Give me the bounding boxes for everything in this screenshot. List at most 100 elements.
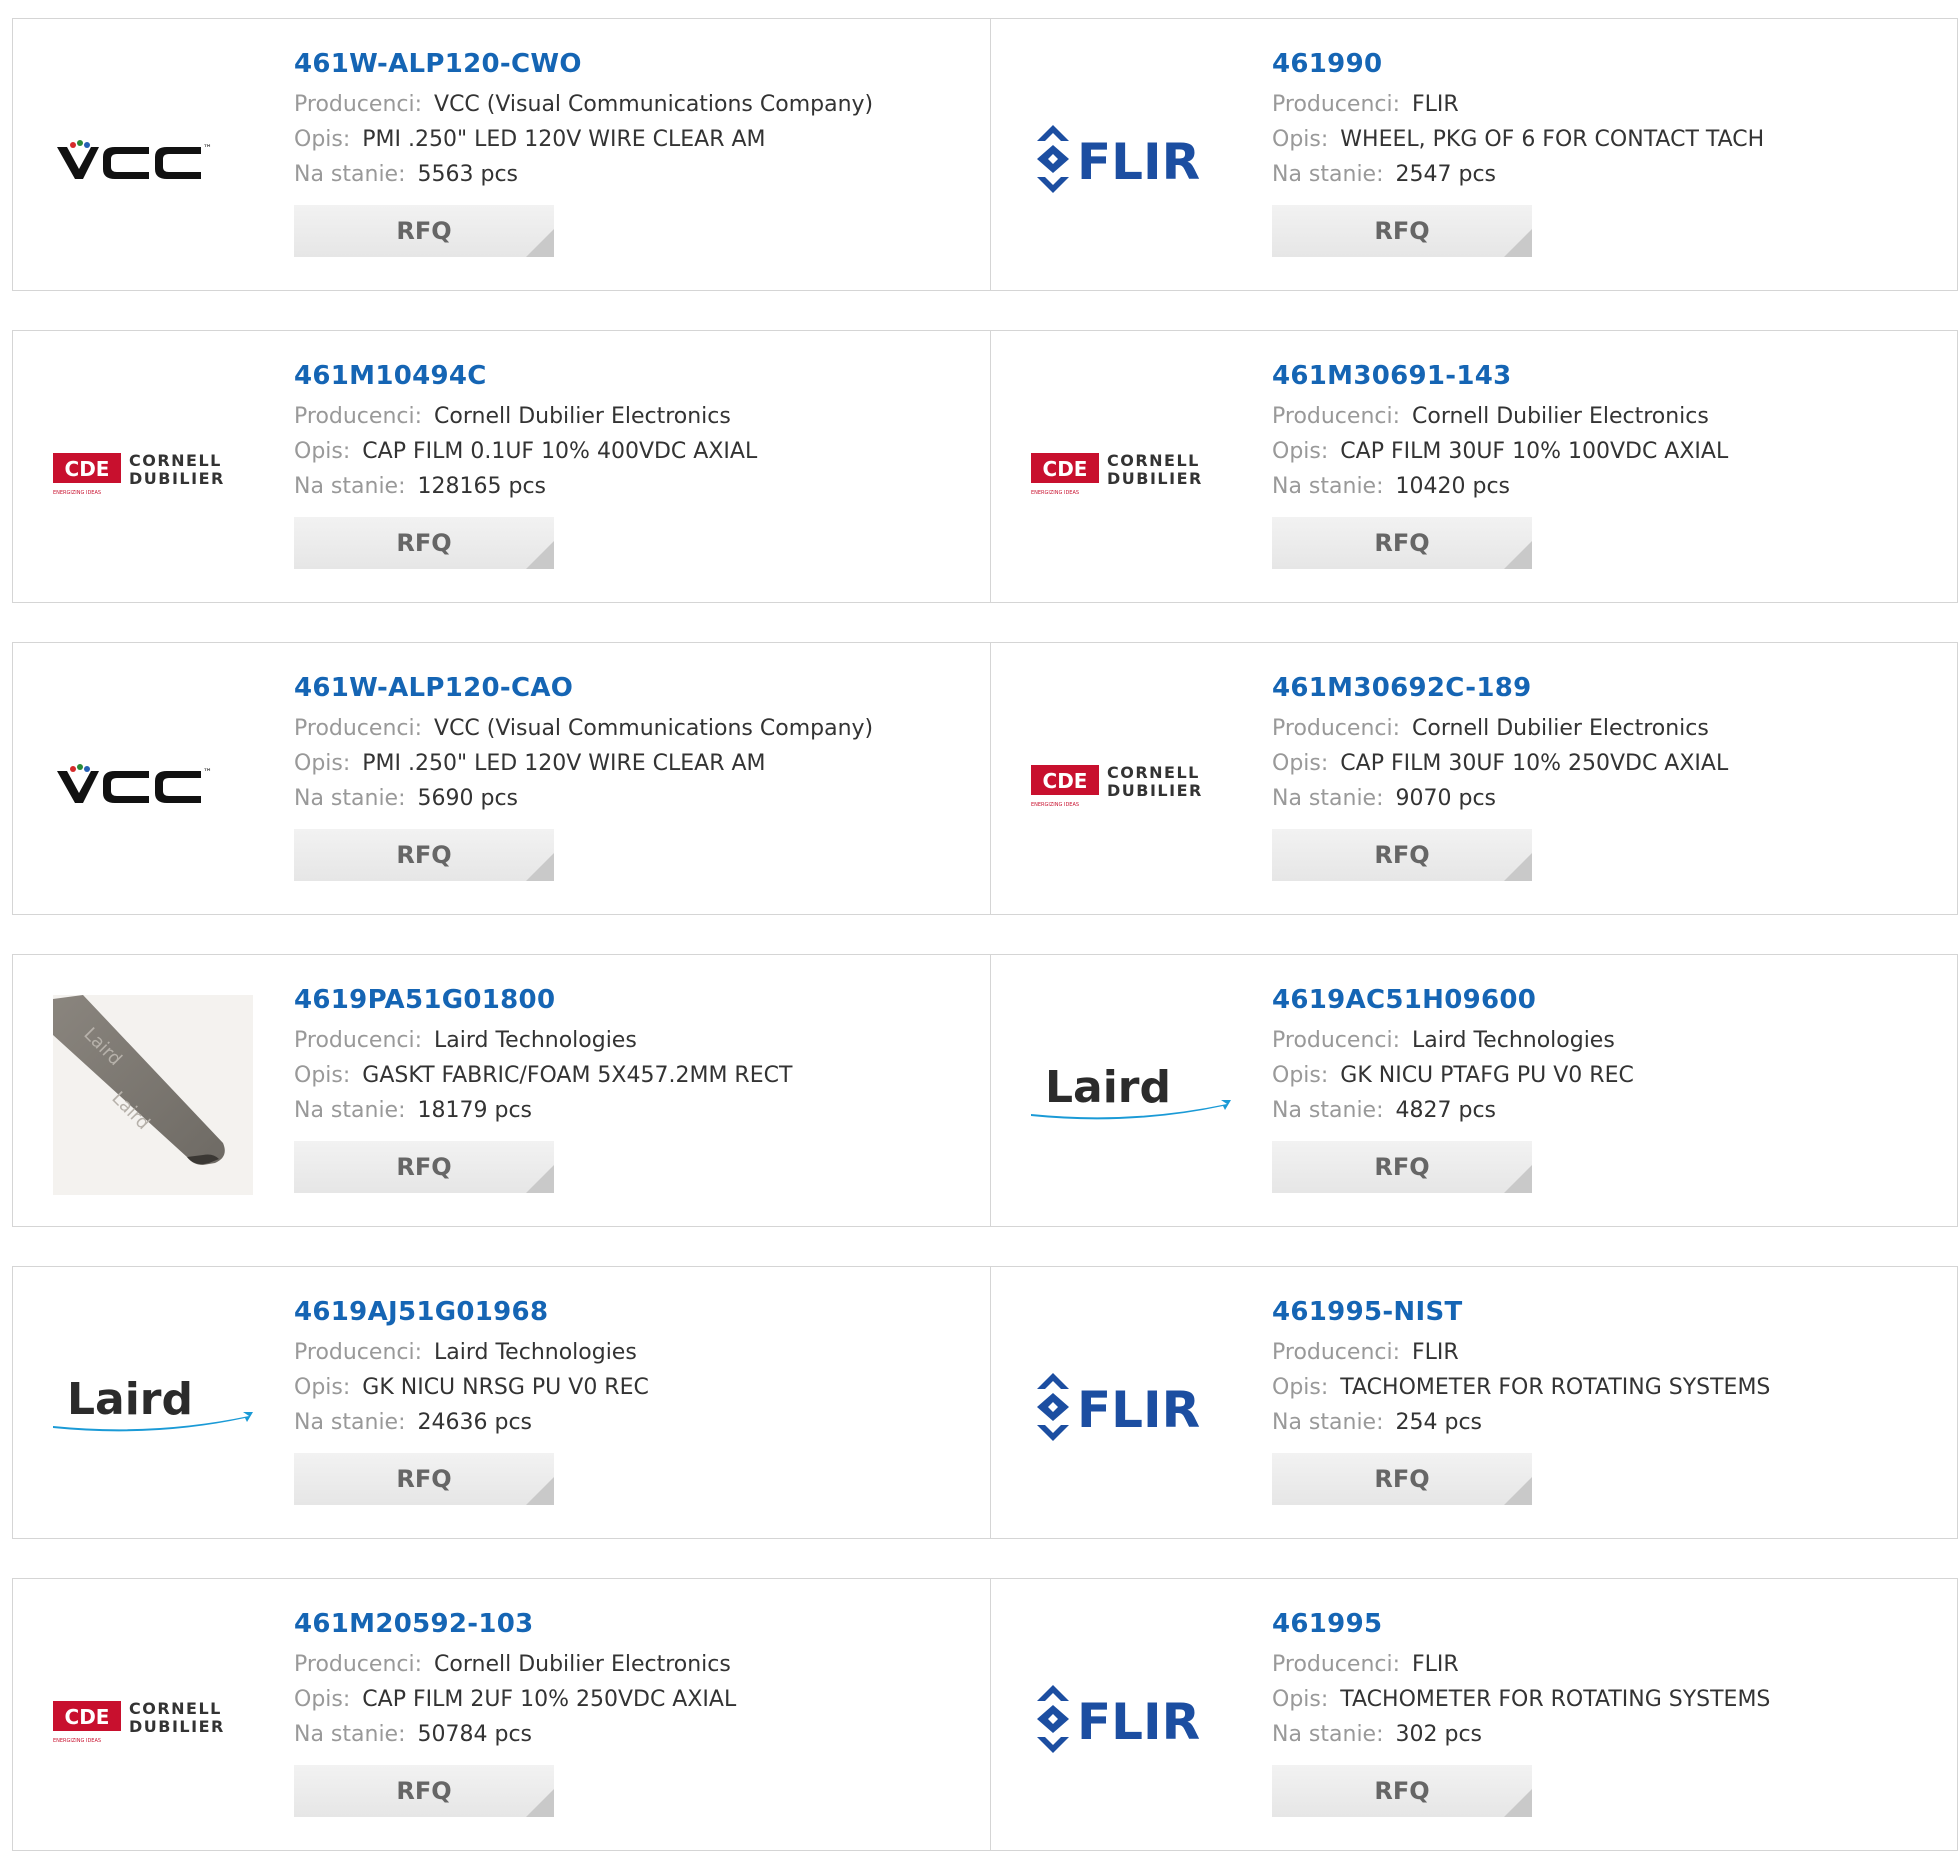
svg-text:CDE: CDE: [65, 457, 110, 481]
part-number-link[interactable]: 461M30691-143: [1272, 361, 1728, 391]
product-info: 461M10494C Producenci: Cornell Dubilier E…: [294, 361, 757, 569]
svg-text:CDE: CDE: [65, 1705, 110, 1729]
manufacturer-logo[interactable]: CDE CORNELL DUBILIER ENERGIZING IDEAS: [53, 371, 253, 571]
manufacturer-logo[interactable]: FLIR: [1031, 59, 1231, 259]
description-line: Opis: PMI .250" LED 120V WIRE CLEAR AM: [294, 127, 873, 152]
rfq-button[interactable]: RFQ: [1272, 1141, 1532, 1193]
description-value: CAP FILM 30UF 10% 250VDC AXIAL: [1340, 751, 1729, 776]
svg-text:FLIR: FLIR: [1077, 1381, 1200, 1439]
manufacturer-value: FLIR: [1412, 1340, 1459, 1365]
manufacturer-logo[interactable]: FLIR: [1031, 1307, 1231, 1507]
part-number-link[interactable]: 461M10494C: [294, 361, 757, 391]
manufacturer-line: Producenci: Laird Technologies: [294, 1340, 649, 1365]
description-label: Opis:: [294, 1063, 351, 1088]
part-number-link[interactable]: 461990: [1272, 49, 1764, 79]
part-number-link[interactable]: 4619PA51G01800: [294, 985, 792, 1015]
rfq-button[interactable]: RFQ: [294, 517, 554, 569]
svg-text:FLIR: FLIR: [1077, 1693, 1200, 1751]
product-card: CDE CORNELL DUBILIER ENERGIZING IDEAS 46…: [991, 331, 1958, 602]
manufacturer-logo[interactable]: Laird: [1031, 995, 1231, 1195]
stock-label: Na stanie:: [294, 474, 406, 499]
svg-text:Laird: Laird: [1045, 1062, 1171, 1113]
part-number-link[interactable]: 461M30692C-189: [1272, 673, 1728, 703]
rfq-label: RFQ: [1374, 529, 1430, 557]
manufacturer-line: Producenci: Cornell Dubilier Electronics: [294, 404, 757, 429]
corner-decoration: [1504, 1165, 1532, 1193]
stock-label: Na stanie:: [1272, 1722, 1384, 1747]
stock-label: Na stanie:: [294, 1410, 406, 1435]
svg-text:ENERGIZING IDEAS: ENERGIZING IDEAS: [53, 490, 101, 496]
stock-value: 254 pcs: [1395, 1410, 1483, 1435]
stock-label: Na stanie:: [1272, 474, 1384, 499]
rfq-button[interactable]: RFQ: [294, 829, 554, 881]
stock-line: Na stanie: 10420 pcs: [1272, 474, 1728, 499]
manufacturer-value: Laird Technologies: [1412, 1028, 1615, 1053]
flir-logo: FLIR: [1037, 1685, 1200, 1753]
part-number-link[interactable]: 461995-NIST: [1272, 1297, 1770, 1327]
svg-text:CORNELL: CORNELL: [129, 1699, 222, 1718]
stock-label: Na stanie:: [294, 162, 406, 187]
stock-line: Na stanie: 4827 pcs: [1272, 1098, 1634, 1123]
stock-value: 9070 pcs: [1395, 786, 1497, 811]
stock-value: 302 pcs: [1395, 1722, 1483, 1747]
manufacturer-value: FLIR: [1412, 92, 1459, 117]
svg-text:DUBILIER: DUBILIER: [129, 1717, 225, 1736]
manufacturer-value: FLIR: [1412, 1652, 1459, 1677]
description-line: Opis: GASKT FABRIC/FOAM 5X457.2MM RECT: [294, 1063, 792, 1088]
manufacturer-value: VCC (Visual Communications Company): [434, 716, 874, 741]
rfq-label: RFQ: [396, 217, 452, 245]
stock-label: Na stanie:: [294, 786, 406, 811]
manufacturer-label: Producenci:: [1272, 92, 1401, 117]
rfq-button[interactable]: RFQ: [1272, 1453, 1532, 1505]
manufacturer-logo[interactable]: ™: [53, 59, 253, 259]
manufacturer-logo[interactable]: ™: [53, 683, 253, 883]
product-card: CDE CORNELL DUBILIER ENERGIZING IDEAS 46…: [13, 331, 991, 602]
corner-decoration: [1504, 1477, 1532, 1505]
svg-text:DUBILIER: DUBILIER: [1107, 469, 1203, 488]
part-number-link[interactable]: 461M20592-103: [294, 1609, 736, 1639]
vcc-logo: ™: [57, 764, 212, 803]
manufacturer-logo[interactable]: CDE CORNELL DUBILIER ENERGIZING IDEAS: [1031, 683, 1231, 883]
rfq-button[interactable]: RFQ: [1272, 517, 1532, 569]
manufacturer-logo[interactable]: Laird Laird: [53, 995, 253, 1195]
rfq-button[interactable]: RFQ: [1272, 1765, 1532, 1817]
manufacturer-label: Producenci:: [294, 1028, 423, 1053]
corner-decoration: [526, 541, 554, 569]
rfq-button[interactable]: RFQ: [294, 1765, 554, 1817]
rfq-button[interactable]: RFQ: [294, 1453, 554, 1505]
product-card: Laird Laird 4619PA51G01800 Producenci: La…: [13, 955, 991, 1226]
manufacturer-value: Laird Technologies: [434, 1340, 637, 1365]
corner-decoration: [526, 229, 554, 257]
manufacturer-label: Producenci:: [294, 1652, 423, 1677]
manufacturer-logo[interactable]: CDE CORNELL DUBILIER ENERGIZING IDEAS: [53, 1619, 253, 1819]
laird-logo: Laird: [1031, 1062, 1231, 1120]
description-line: Opis: WHEEL, PKG OF 6 FOR CONTACT TACH: [1272, 127, 1764, 152]
description-value: WHEEL, PKG OF 6 FOR CONTACT TACH: [1340, 127, 1765, 152]
rfq-button[interactable]: RFQ: [1272, 205, 1532, 257]
rfq-button[interactable]: RFQ: [294, 205, 554, 257]
manufacturer-label: Producenci:: [294, 404, 423, 429]
stock-label: Na stanie:: [1272, 162, 1384, 187]
description-line: Opis: CAP FILM 30UF 10% 100VDC AXIAL: [1272, 439, 1728, 464]
manufacturer-line: Producenci: Laird Technologies: [1272, 1028, 1634, 1053]
manufacturer-logo[interactable]: FLIR: [1031, 1619, 1231, 1819]
manufacturer-line: Producenci: FLIR: [1272, 92, 1764, 117]
product-row: Laird 4619AJ51G01968 Producenci: Laird Te…: [12, 1266, 1958, 1539]
part-number-link[interactable]: 461W-ALP120-CAO: [294, 673, 873, 703]
stock-line: Na stanie: 5563 pcs: [294, 162, 873, 187]
stock-value: 128165 pcs: [417, 474, 547, 499]
manufacturer-logo[interactable]: CDE CORNELL DUBILIER ENERGIZING IDEAS: [1031, 371, 1231, 571]
rfq-label: RFQ: [1374, 1777, 1430, 1805]
part-number-link[interactable]: 4619AJ51G01968: [294, 1297, 649, 1327]
part-number-link[interactable]: 461W-ALP120-CWO: [294, 49, 873, 79]
manufacturer-label: Producenci:: [294, 1340, 423, 1365]
part-number-link[interactable]: 461995: [1272, 1609, 1770, 1639]
rfq-button[interactable]: RFQ: [1272, 829, 1532, 881]
cde-logo: CDE CORNELL DUBILIER ENERGIZING IDEAS: [53, 451, 223, 496]
rfq-button[interactable]: RFQ: [294, 1141, 554, 1193]
manufacturer-logo[interactable]: Laird: [53, 1307, 253, 1507]
svg-text:CORNELL: CORNELL: [129, 451, 222, 470]
corner-decoration: [1504, 853, 1532, 881]
manufacturer-label: Producenci:: [294, 716, 423, 741]
part-number-link[interactable]: 4619AC51H09600: [1272, 985, 1634, 1015]
